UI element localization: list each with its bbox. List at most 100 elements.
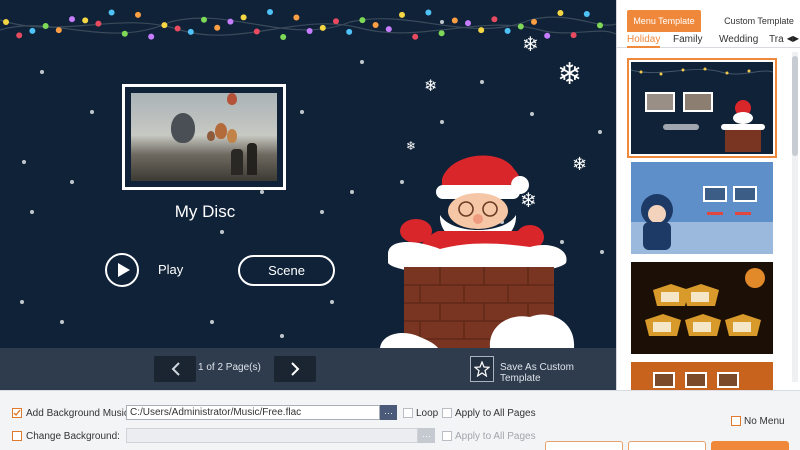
light-bulb [333, 18, 339, 25]
light-bulb [135, 11, 141, 18]
light-bulb [570, 32, 577, 39]
change-bg-checkbox[interactable] [12, 431, 22, 441]
bg-music-path-input[interactable] [126, 405, 380, 420]
page-indicator: 1 of 2 Page(s) [198, 362, 261, 373]
scene-button[interactable]: Scene [238, 255, 335, 286]
disc-title[interactable]: My Disc [120, 202, 290, 222]
template-thumbnail-halloween[interactable] [631, 262, 773, 354]
no-menu-checkbox[interactable] [731, 416, 741, 426]
bg-music-checkbox[interactable] [12, 408, 22, 418]
light-bulb [465, 20, 471, 27]
snow-dot [440, 120, 444, 124]
light-bulb [42, 23, 49, 29]
snow-dot [350, 190, 354, 194]
loop-label: Loop [416, 408, 439, 419]
play-label[interactable]: Play [158, 262, 183, 277]
light-bulb [29, 27, 36, 34]
chevron-right-icon [290, 362, 299, 376]
apply-all-pages-bg-label: Apply to All Pages [455, 431, 536, 442]
template-thumbnail-winter[interactable] [631, 162, 773, 254]
next-page-button[interactable] [274, 356, 316, 382]
snow-dot [30, 210, 34, 214]
light-bulb [55, 27, 62, 34]
previous-page-button[interactable] [154, 356, 196, 382]
bottom-action-button-2[interactable] [628, 441, 706, 450]
bg-image-path-input[interactable] [126, 428, 418, 443]
snow-dot [70, 180, 74, 184]
snow-dot [440, 20, 444, 24]
star-icon [474, 361, 490, 377]
tab-menu-template[interactable]: Menu Template [627, 10, 701, 32]
save-as-template-label[interactable]: Save As Custom Template [500, 362, 616, 384]
light-bulb [517, 23, 524, 30]
light-bulb [412, 33, 419, 40]
category-family[interactable]: Family [673, 34, 702, 45]
light-bulb [451, 17, 458, 24]
snow-dot [220, 230, 224, 234]
snow-dot [90, 110, 94, 114]
category-scroll-arrows-icon[interactable]: ◀▶ [787, 34, 799, 43]
light-bulb [478, 27, 485, 34]
light-bulb [253, 28, 260, 35]
scrollbar-thumb[interactable] [792, 56, 798, 156]
light-bulb [108, 9, 115, 16]
apply-all-pages-checkbox[interactable] [442, 408, 452, 418]
light-bulb [399, 11, 405, 18]
category-wedding[interactable]: Wedding [719, 34, 758, 45]
light-bulb [557, 10, 564, 16]
light-bulb [174, 25, 181, 32]
snow-dot [280, 334, 284, 338]
play-button[interactable] [105, 253, 139, 287]
light-bulb [372, 22, 379, 28]
checkmark-icon [13, 409, 21, 417]
light-bulb [293, 14, 300, 21]
category-holiday[interactable]: Holiday [627, 34, 661, 48]
snowflake-icon: ❄ [522, 32, 539, 56]
no-menu-label: No Menu [744, 416, 785, 427]
light-bulb [240, 14, 247, 21]
snow-dot [22, 160, 26, 164]
light-bulb [346, 28, 353, 35]
category-travel[interactable]: Tra [769, 34, 784, 45]
template-panel: Menu Template Custom Template Holiday Fa… [616, 0, 800, 398]
light-bulb [187, 28, 194, 35]
light-bulb [201, 16, 207, 23]
light-bulb [148, 33, 155, 40]
menu-thumbnail-frame[interactable] [122, 84, 286, 190]
loop-checkbox[interactable] [403, 408, 413, 418]
light-bulb [504, 27, 511, 34]
change-bg-label: Change Background: [26, 431, 120, 442]
light-bulb [583, 11, 590, 17]
snow-dot [480, 80, 484, 84]
bottom-action-button-primary[interactable] [711, 441, 789, 450]
save-as-template-button[interactable] [470, 356, 494, 382]
chevron-left-icon [171, 362, 180, 376]
light-bulb [227, 18, 234, 25]
template-tabs: Menu Template Custom Template [627, 10, 797, 32]
santa-chimney-illustration [380, 155, 575, 348]
light-bulb [597, 22, 603, 29]
light-bulb [121, 30, 128, 37]
light-bulb [82, 17, 89, 24]
snow-dot [300, 110, 304, 114]
light-bulb [359, 17, 366, 24]
hot-air-balloon-photo [131, 93, 277, 181]
snow-dot [210, 320, 214, 324]
bg-music-label: Add Background Music: [26, 408, 132, 419]
template-thumbnail-christmas[interactable] [627, 58, 777, 158]
snow-dot [330, 300, 334, 304]
browse-music-button[interactable]: ··· [380, 405, 397, 420]
snow-dot [320, 210, 324, 214]
snow-dot [60, 320, 64, 324]
light-bulb [544, 32, 551, 39]
light-bulb [69, 16, 75, 23]
light-bulb [267, 9, 273, 15]
tab-custom-template[interactable]: Custom Template [719, 10, 799, 32]
bottom-action-button-1[interactable] [545, 441, 623, 450]
light-bulb [306, 28, 313, 34]
browse-background-button[interactable]: ··· [418, 428, 435, 443]
template-list-scrollbar[interactable] [792, 52, 798, 382]
apply-all-pages-bg-checkbox[interactable] [442, 431, 452, 441]
light-bulb [3, 19, 9, 25]
light-bulb [280, 34, 287, 40]
